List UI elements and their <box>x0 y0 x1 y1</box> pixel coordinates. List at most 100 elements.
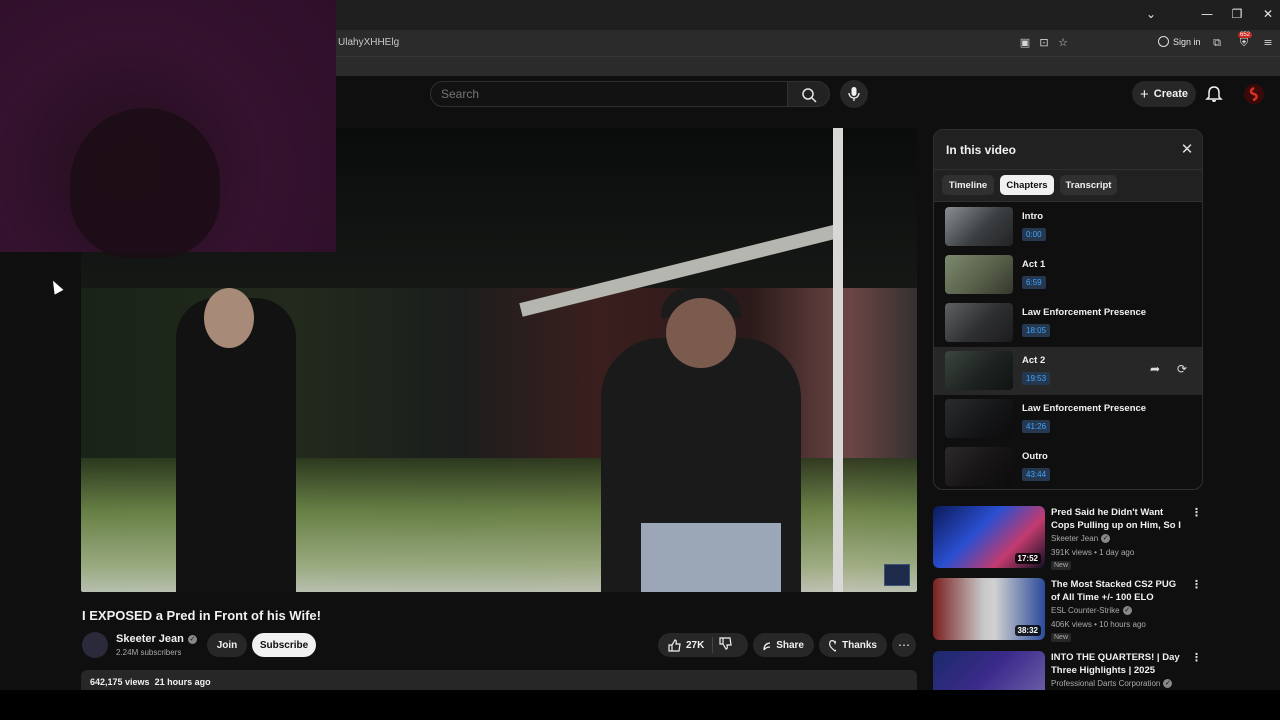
profile-icon <box>1158 36 1169 47</box>
share-button[interactable]: Share <box>753 633 814 657</box>
chapter-timestamp[interactable]: 0:00 <box>1022 228 1046 241</box>
avatar-icon <box>1249 86 1258 102</box>
bottom-black-bar <box>0 690 1280 720</box>
chapter-item[interactable]: Intro 0:00 <box>934 203 1202 251</box>
like-divider <box>712 637 714 653</box>
plus-icon: + <box>1139 85 1149 103</box>
browser-menu-icon[interactable]: ≡ <box>1261 36 1275 50</box>
tab-timeline[interactable]: Timeline <box>942 175 994 195</box>
search-box[interactable] <box>430 81 788 107</box>
tab-transcript[interactable]: Transcript <box>1060 175 1117 195</box>
recommendation-thumbnail[interactable]: 38:32 <box>933 578 1045 640</box>
chapter-title: Law Enforcement Presence <box>1022 307 1147 318</box>
posted-time: 21 hours ago <box>154 677 211 687</box>
subscribe-button[interactable]: Subscribe <box>252 633 316 657</box>
recommendation-item[interactable]: 17:52 Pred Said he Didn't Want Cops Pull… <box>933 506 1203 574</box>
chapter-item[interactable]: Law Enforcement Presence 41:26 <box>934 395 1202 443</box>
extension-shield-icon[interactable]: ⛨ <box>1237 36 1251 50</box>
video-person-left <box>176 288 296 592</box>
verified-check-icon: ✓ <box>1101 534 1111 543</box>
search-button[interactable] <box>788 81 830 107</box>
chapter-title: Intro <box>1022 211 1044 222</box>
subscriber-count: 2.24M subscribers <box>116 648 182 657</box>
extensions-icon[interactable]: ⧉ <box>1210 36 1224 50</box>
chapter-title: Outro <box>1022 451 1048 462</box>
account-avatar[interactable] <box>1244 84 1264 104</box>
search-input[interactable] <box>441 87 761 101</box>
more-actions-button[interactable]: ⋯ <box>892 633 916 657</box>
share-chapter-icon[interactable]: ➦ <box>1148 362 1162 376</box>
recommendation-item[interactable]: INTO THE QUARTERS! | Day Three Highlight… <box>933 651 1203 690</box>
kebab-menu-icon[interactable]: ⋮ <box>1191 578 1202 594</box>
chapter-timestamp[interactable]: 19:53 <box>1022 372 1051 385</box>
thumbs-down-icon <box>719 637 733 650</box>
channel-watermark[interactable] <box>884 564 910 586</box>
verified-check-icon: ✓ <box>1122 606 1132 615</box>
create-label: Create <box>1153 88 1188 100</box>
close-window-icon[interactable]: ✕ <box>1260 6 1276 22</box>
channel-avatar[interactable] <box>82 632 108 658</box>
chapter-timestamp[interactable]: 41:26 <box>1022 420 1051 433</box>
in-this-video-panel: In this video ✕ Timeline Chapters Transc… <box>933 129 1203 490</box>
voice-search-button[interactable] <box>840 80 868 108</box>
chapter-item[interactable]: Act 1 6:59 <box>934 251 1202 299</box>
thanks-button[interactable]: Thanks <box>819 633 887 657</box>
thanks-label: Thanks <box>841 639 877 651</box>
chapter-item[interactable]: Outro 43:44 <box>934 443 1202 489</box>
chapter-thumbnail <box>945 399 1013 438</box>
tab-chapters[interactable]: Chapters <box>1000 175 1054 195</box>
bookmark-star-icon[interactable]: ☆ <box>1056 36 1070 50</box>
url-text[interactable]: UlahyXHHElg <box>338 37 399 48</box>
chapter-item[interactable]: Act 2 19:53 ➦ ⟳ <box>934 347 1202 395</box>
panel-tabs: Timeline Chapters Transcript <box>934 170 1202 202</box>
recommendation-channel[interactable]: ESL Counter-Strike ✓ <box>1051 606 1132 615</box>
chapter-thumbnail <box>945 447 1013 486</box>
description-box[interactable]: 642,175 views 21 hours ago <box>81 670 917 690</box>
recommendation-item[interactable]: 38:32 The Most Stacked CS2 PUG of All Ti… <box>933 578 1203 646</box>
chapter-timestamp[interactable]: 18:05 <box>1022 324 1051 337</box>
like-button[interactable]: 27K <box>668 638 705 652</box>
recommendation-channel[interactable]: Skeeter Jean ✓ <box>1051 534 1111 543</box>
loop-chapter-icon[interactable]: ⟳ <box>1175 362 1189 376</box>
close-icon[interactable]: ✕ <box>1178 140 1196 158</box>
join-button[interactable]: Join <box>207 633 247 657</box>
recommendation-channel-name: ESL Counter-Strike <box>1051 606 1120 615</box>
restore-icon[interactable]: ❐ <box>1229 6 1245 22</box>
channel-name[interactable]: Skeeter Jean ✓ <box>116 633 197 645</box>
new-badge: New <box>1051 561 1072 570</box>
more-dots-icon: ⋯ <box>898 638 910 652</box>
dislike-button[interactable] <box>719 637 733 653</box>
screen-capture-icon[interactable]: ▣ <box>1018 36 1032 50</box>
install-app-icon[interactable]: ⊡ <box>1037 36 1051 50</box>
like-count: 27K <box>686 639 705 651</box>
recommendation-title[interactable]: Pred Said he Didn't Want Cops Pulling up… <box>1051 506 1187 532</box>
new-badge: New <box>1051 633 1072 642</box>
thumbs-up-icon <box>668 638 681 652</box>
chapter-item[interactable]: Law Enforcement Presence 18:05 <box>934 299 1202 347</box>
view-count: 642,175 views <box>90 677 150 687</box>
tab-list-chevron-icon[interactable]: ⌄ <box>1143 6 1159 22</box>
kebab-menu-icon[interactable]: ⋮ <box>1191 651 1202 667</box>
sign-in-label: Sign in <box>1173 36 1201 47</box>
create-button[interactable]: + Create <box>1132 81 1196 107</box>
chapter-thumbnail <box>945 351 1013 390</box>
recommendation-thumbnail[interactable] <box>933 651 1045 690</box>
recommendation-thumbnail[interactable]: 17:52 <box>933 506 1045 568</box>
mouse-cursor-icon <box>48 278 64 295</box>
minimize-icon[interactable]: — <box>1199 6 1215 22</box>
extension-badge: 652 <box>1238 32 1253 38</box>
share-label: Share <box>776 639 804 651</box>
recommendation-channel[interactable]: Professional Darts Corporation ✓ <box>1051 679 1173 688</box>
video-duration: 38:32 <box>1014 625 1041 636</box>
chapter-timestamp[interactable]: 6:59 <box>1022 276 1046 289</box>
chapter-thumbnail <box>945 303 1013 342</box>
sign-in-button[interactable]: Sign in <box>1158 36 1201 47</box>
webcam-person <box>70 108 220 258</box>
chapter-timestamp[interactable]: 43:44 <box>1022 468 1051 481</box>
recommendation-title[interactable]: The Most Stacked CS2 PUG of All Time +/-… <box>1051 578 1187 604</box>
kebab-menu-icon[interactable]: ⋮ <box>1191 506 1202 522</box>
recommendation-title[interactable]: INTO THE QUARTERS! | Day Three Highlight… <box>1051 651 1187 677</box>
recommendation-channel-name: Professional Darts Corporation <box>1051 679 1161 688</box>
recommendation-meta: 391K views • 1 day ago <box>1051 548 1135 557</box>
notifications-bell-icon[interactable] <box>1205 85 1223 103</box>
